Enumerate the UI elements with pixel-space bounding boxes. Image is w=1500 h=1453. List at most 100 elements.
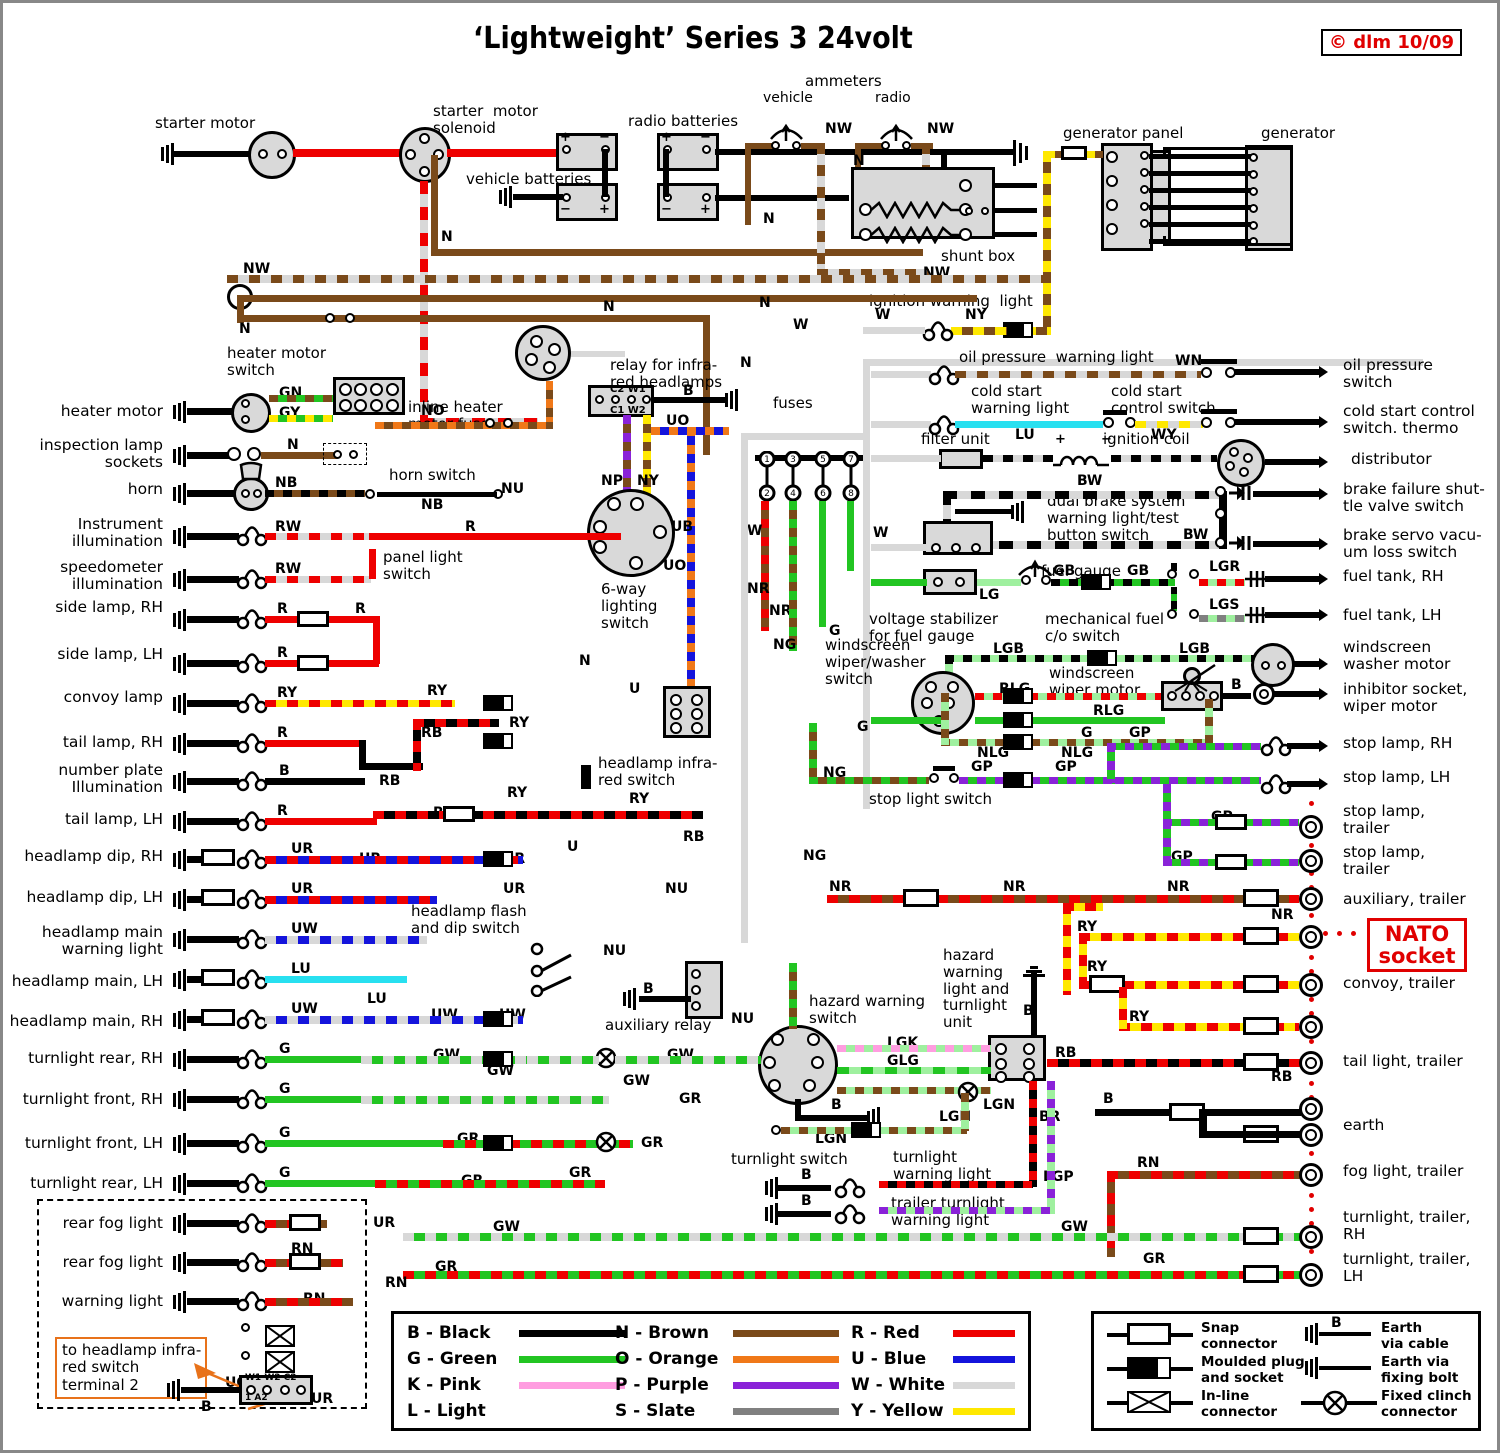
wire-code: UR	[291, 881, 314, 897]
fuse-group[interactable]: 1 2 3 4 5 6 7 8	[759, 451, 865, 503]
svg-text:7: 7	[848, 455, 854, 465]
wire-red	[293, 149, 403, 157]
wire-red	[447, 149, 557, 157]
label-headlamp-flash-dip-switch: headlamp flash and dip switch	[411, 902, 527, 937]
terminal-pin	[702, 145, 711, 154]
trailer-socket	[1299, 815, 1323, 839]
legend-code: Y - Yellow	[851, 1401, 944, 1421]
trailer-socket	[1299, 1225, 1323, 1249]
wire-code: LG	[979, 587, 1000, 603]
legend-label: Snap connector	[1201, 1320, 1278, 1352]
bulb-symbol	[236, 811, 268, 832]
moulded-plug-socket	[483, 1011, 513, 1027]
flash-dip-switch-contacts[interactable]	[527, 941, 587, 997]
wire-code: GR	[641, 1135, 664, 1151]
wire-code: UW	[291, 921, 318, 937]
right-label-stop-lamp-rh: stop lamp, RH	[1343, 734, 1453, 752]
label-starter-motor-solenoid: starter motor solenoid	[433, 102, 538, 137]
left-label-heater-motor: heater motor	[60, 402, 163, 420]
wire-code: LU	[291, 961, 311, 977]
bulb-symbol	[236, 771, 268, 792]
wire-black	[513, 194, 563, 200]
bulb-symbol	[236, 929, 268, 950]
bulb-symbol	[236, 733, 268, 754]
moulded-plug-socket	[1003, 322, 1033, 338]
bulb-symbol	[236, 526, 268, 547]
left-label-tail-lamp-lh: tail lamp, LH	[64, 810, 163, 828]
svg-text:8: 8	[848, 489, 854, 499]
label-dual-brake-system: dual brake system warning light/test but…	[1047, 492, 1186, 544]
snap-connector	[289, 1214, 321, 1231]
label-starter-motor: starter motor	[155, 114, 256, 132]
wire-code: R	[277, 601, 288, 617]
wire-code: NR	[1003, 879, 1026, 895]
legend-code-b: B	[1331, 1315, 1342, 1331]
left-label-headlamp-main-warning-light: headlamp main warning light	[41, 923, 163, 959]
wire-code: G	[279, 1041, 291, 1057]
wire-code: NG	[803, 848, 827, 864]
bulb-symbol	[236, 569, 268, 590]
horn-top	[239, 461, 263, 481]
ammeter-radio-symbol	[880, 123, 913, 141]
switch-pin	[503, 418, 513, 428]
right-label-stop-lamp-trailer-1: stop lamp, trailer	[1343, 802, 1426, 838]
wire-brown-orange	[375, 422, 553, 429]
terminal-pin	[548, 343, 561, 356]
wiper-arm	[1174, 663, 1216, 692]
wire-black-white	[943, 491, 1225, 499]
wire-code: NW	[927, 121, 955, 137]
legend-code: G - Green	[407, 1349, 498, 1369]
legend-swatch-slate	[733, 1408, 839, 1415]
trailer-socket	[1299, 1123, 1323, 1147]
legend-label: In-line connector	[1201, 1388, 1278, 1420]
earth-symbol	[499, 186, 515, 208]
label-panel-light-switch: panel light switch	[383, 548, 463, 583]
left-label-headlamp-dip-lh: headlamp dip, LH	[26, 888, 164, 906]
wire-black	[602, 149, 608, 197]
wire-code: W	[793, 317, 809, 333]
snap-connector	[1243, 975, 1279, 993]
wire-code: B	[279, 763, 290, 779]
terminal-pin	[702, 193, 711, 202]
wire-brown	[431, 249, 923, 256]
terminal-pin	[405, 149, 416, 160]
trailer-socket	[1299, 1263, 1323, 1287]
terminal-pin	[1106, 223, 1118, 235]
bulb-symbol	[236, 1133, 268, 1154]
wire-brown-red	[761, 501, 769, 631]
wire-code: LGS	[1209, 597, 1240, 613]
legend-code: U - Blue	[851, 1349, 927, 1369]
switch-pin	[345, 313, 355, 323]
wire-brown	[431, 155, 438, 255]
arrow-icon	[1319, 366, 1328, 378]
moulded-plug-socket	[483, 695, 513, 711]
wire-lgs	[1199, 615, 1245, 622]
wire-code: RY	[1087, 959, 1108, 975]
wire-black	[715, 195, 849, 201]
wire-white	[741, 433, 748, 943]
4-pin-connector	[515, 325, 571, 381]
terminal-pin	[419, 166, 430, 177]
right-label-stop-lamp-trailer-2: stop lamp, trailer	[1343, 843, 1426, 879]
wire-code: RY	[507, 785, 528, 801]
trailer-socket	[1299, 1051, 1323, 1075]
moulded-plug-socket	[1003, 772, 1033, 788]
svg-text:6: 6	[820, 489, 826, 499]
legend-swatch-pink	[519, 1382, 625, 1389]
wire-code: B	[801, 1193, 812, 1209]
terminal-pin	[1106, 175, 1118, 187]
wire-code: GP	[1129, 725, 1151, 741]
bulb-symbol	[236, 1049, 268, 1070]
generator-panel-edge	[1153, 150, 1171, 244]
earth-symbol	[765, 1177, 781, 1199]
wire-code: RB	[1271, 1069, 1293, 1085]
wire-code: W	[875, 307, 891, 323]
label-filter-unit: filter unit	[921, 430, 990, 448]
wire-code: W	[873, 525, 889, 541]
wire-black	[995, 208, 1037, 213]
earth-symbol	[725, 389, 741, 411]
wire-code: RB	[421, 725, 443, 741]
snap-connector	[297, 655, 329, 671]
right-label-fog-light-trailer: fog light, trailer	[1343, 1162, 1464, 1180]
earth-symbol	[1023, 965, 1045, 977]
